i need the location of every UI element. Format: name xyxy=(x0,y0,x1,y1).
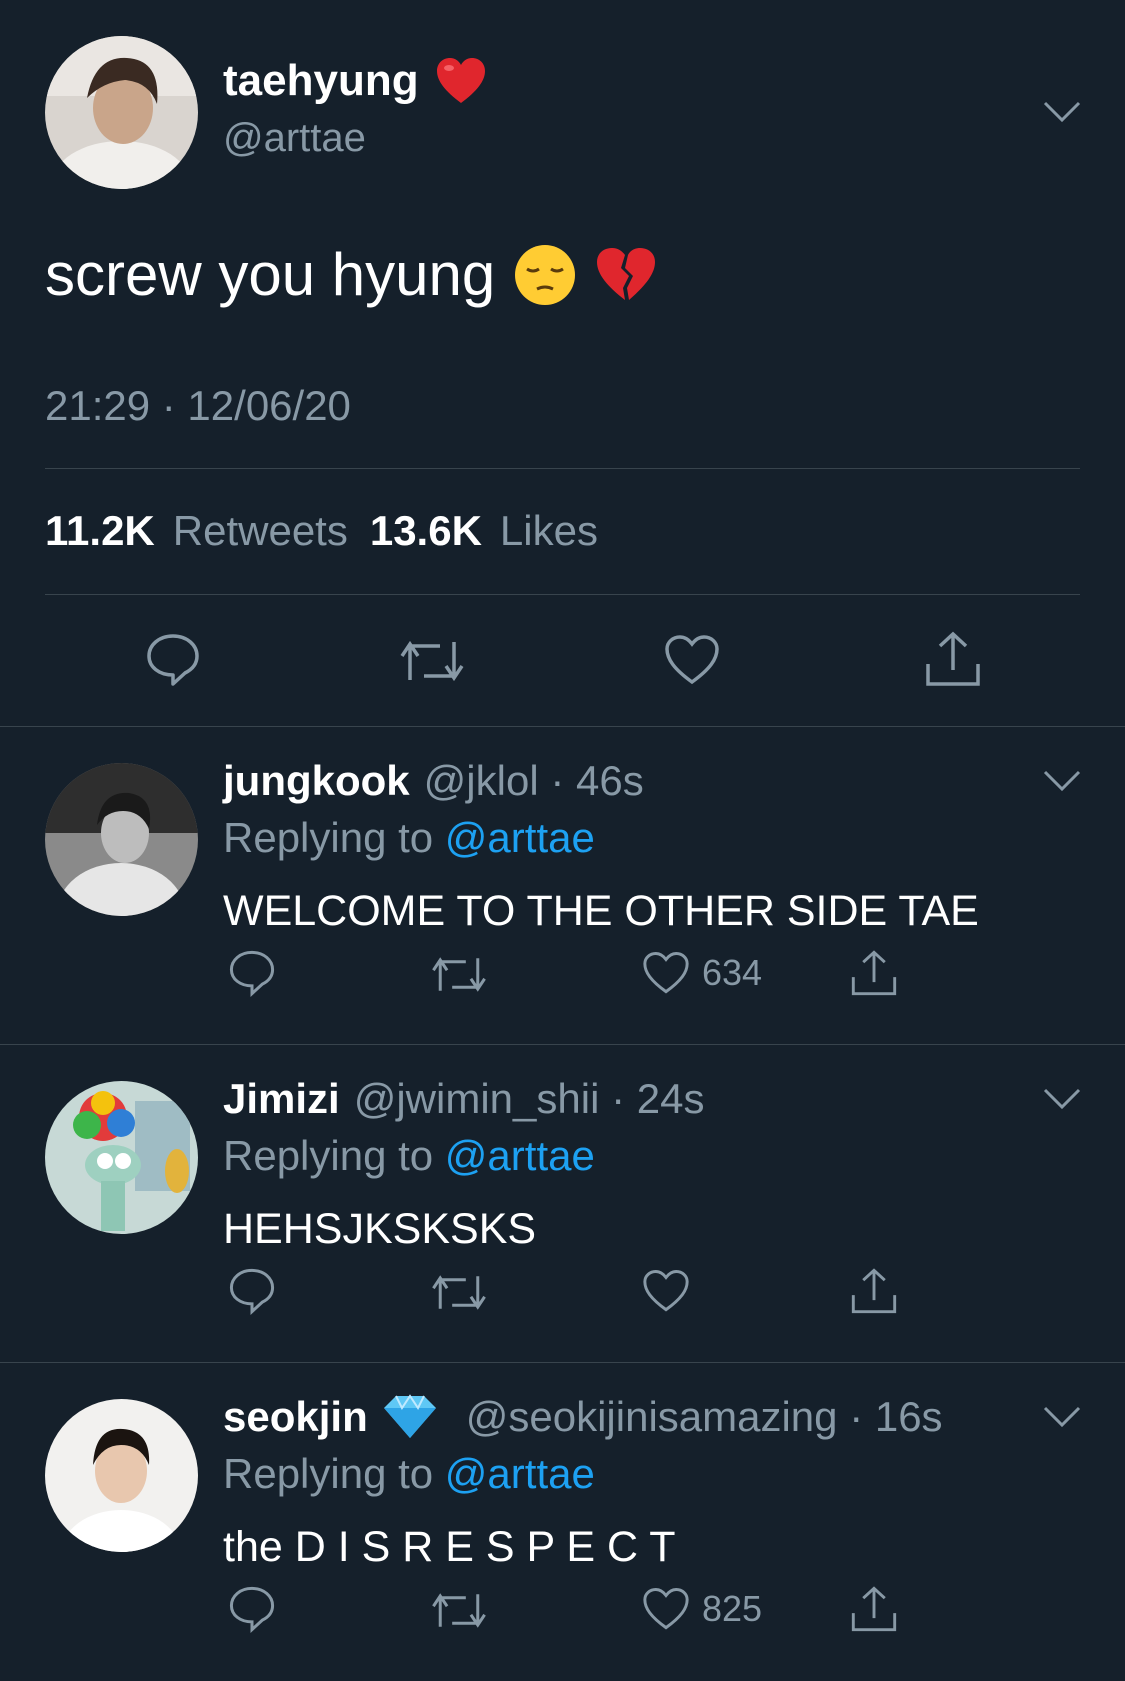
avatar[interactable] xyxy=(45,1081,198,1234)
share-icon[interactable] xyxy=(850,1585,898,1633)
like-count: 634 xyxy=(702,952,763,993)
reply-icon[interactable] xyxy=(228,949,276,997)
handle-time[interactable]: @jwimin_shii · 24s xyxy=(354,1075,705,1123)
reply-actions: 825 xyxy=(0,1585,1125,1645)
share-icon[interactable] xyxy=(850,1267,898,1315)
chevron-down-icon[interactable] xyxy=(1042,769,1082,793)
display-name[interactable]: taehyung xyxy=(223,56,487,106)
share-icon[interactable] xyxy=(850,949,898,997)
likes-label[interactable]: Likes xyxy=(500,507,598,555)
broken-heart-emoji xyxy=(595,246,657,304)
like-icon[interactable] xyxy=(642,1269,690,1313)
handle[interactable]: @arttae xyxy=(223,116,366,161)
reply-tweet[interactable]: seokjin @seokijinisamazing · 16s Replyin… xyxy=(0,1363,1125,1681)
like-button[interactable]: 634 xyxy=(642,951,762,995)
replying-prefix: Replying to xyxy=(223,1132,434,1179)
avatar[interactable] xyxy=(45,763,198,916)
reply-icon[interactable] xyxy=(228,1267,276,1315)
reply-icon[interactable] xyxy=(145,632,201,688)
retweet-icon[interactable] xyxy=(430,1589,488,1632)
like-button[interactable] xyxy=(642,1269,702,1313)
display-name[interactable]: seokjin xyxy=(223,1393,368,1441)
retweet-icon[interactable] xyxy=(398,636,466,686)
replying-mention[interactable]: @arttae xyxy=(445,814,595,861)
pensive-face-emoji xyxy=(513,243,577,307)
tweet-thread: taehyung @arttae screw you hyung 21:29 ·… xyxy=(0,0,1125,1681)
reply-actions xyxy=(0,1267,1125,1327)
avatar[interactable] xyxy=(45,36,198,189)
handle-time[interactable]: @jklol · 46s xyxy=(424,757,644,805)
tweet-text: screw you hyung xyxy=(45,240,657,309)
divider xyxy=(45,468,1080,469)
replying-prefix: Replying to xyxy=(223,814,434,861)
replying-to: Replying to @arttae xyxy=(223,1132,595,1180)
reply-text: WELCOME TO THE OTHER SIDE TAE xyxy=(223,887,979,935)
reply-text: HEHSJKSKSKS xyxy=(223,1205,537,1253)
reply-text: the D I S R E S P E C T xyxy=(223,1523,676,1571)
chevron-down-icon[interactable] xyxy=(1042,100,1082,124)
reply-tweet[interactable]: Jimizi @jwimin_shii · 24s Replying to @a… xyxy=(0,1045,1125,1363)
reply-header: Jimizi @jwimin_shii · 24s xyxy=(223,1075,704,1123)
tweet-timestamp: 21:29 · 12/06/20 xyxy=(45,382,351,429)
replying-to: Replying to @arttae xyxy=(223,1450,595,1498)
retweets-count[interactable]: 11.2K xyxy=(45,507,155,555)
replying-mention[interactable]: @arttae xyxy=(445,1450,595,1497)
reply-icon[interactable] xyxy=(228,1585,276,1633)
heart-emoji xyxy=(435,57,487,105)
reply-header: seokjin @seokijinisamazing · 16s xyxy=(223,1393,943,1441)
replying-prefix: Replying to xyxy=(223,1450,434,1497)
tweet-text-body: screw you hyung xyxy=(45,241,496,308)
like-icon[interactable] xyxy=(664,634,720,686)
main-tweet: taehyung @arttae screw you hyung 21:29 ·… xyxy=(0,0,1125,727)
reply-header: jungkook @jklol · 46s xyxy=(223,757,644,805)
retweet-icon[interactable] xyxy=(430,1271,488,1314)
retweets-label[interactable]: Retweets xyxy=(173,507,348,555)
like-button[interactable]: 825 xyxy=(642,1587,762,1631)
retweet-icon[interactable] xyxy=(430,953,488,996)
reply-tweet[interactable]: jungkook @jklol · 46s Replying to @artta… xyxy=(0,727,1125,1045)
display-name-text: taehyung xyxy=(223,56,419,105)
like-count: 825 xyxy=(702,1588,763,1629)
diamond-emoji xyxy=(382,1394,438,1440)
handle-time[interactable]: @seokijinisamazing · 16s xyxy=(466,1393,943,1441)
reply-actions: 634 xyxy=(0,949,1125,1009)
tweet-stats: 11.2K Retweets 13.6K Likes xyxy=(45,507,598,555)
replying-mention[interactable]: @arttae xyxy=(445,1132,595,1179)
like-icon[interactable] xyxy=(642,951,690,995)
chevron-down-icon[interactable] xyxy=(1042,1087,1082,1111)
display-name[interactable]: Jimizi xyxy=(223,1075,340,1123)
display-name[interactable]: jungkook xyxy=(223,757,410,805)
share-icon[interactable] xyxy=(924,630,982,688)
chevron-down-icon[interactable] xyxy=(1042,1405,1082,1429)
divider xyxy=(45,594,1080,595)
avatar[interactable] xyxy=(45,1399,198,1552)
likes-count[interactable]: 13.6K xyxy=(370,507,482,555)
replying-to: Replying to @arttae xyxy=(223,814,595,862)
like-icon[interactable] xyxy=(642,1587,690,1631)
